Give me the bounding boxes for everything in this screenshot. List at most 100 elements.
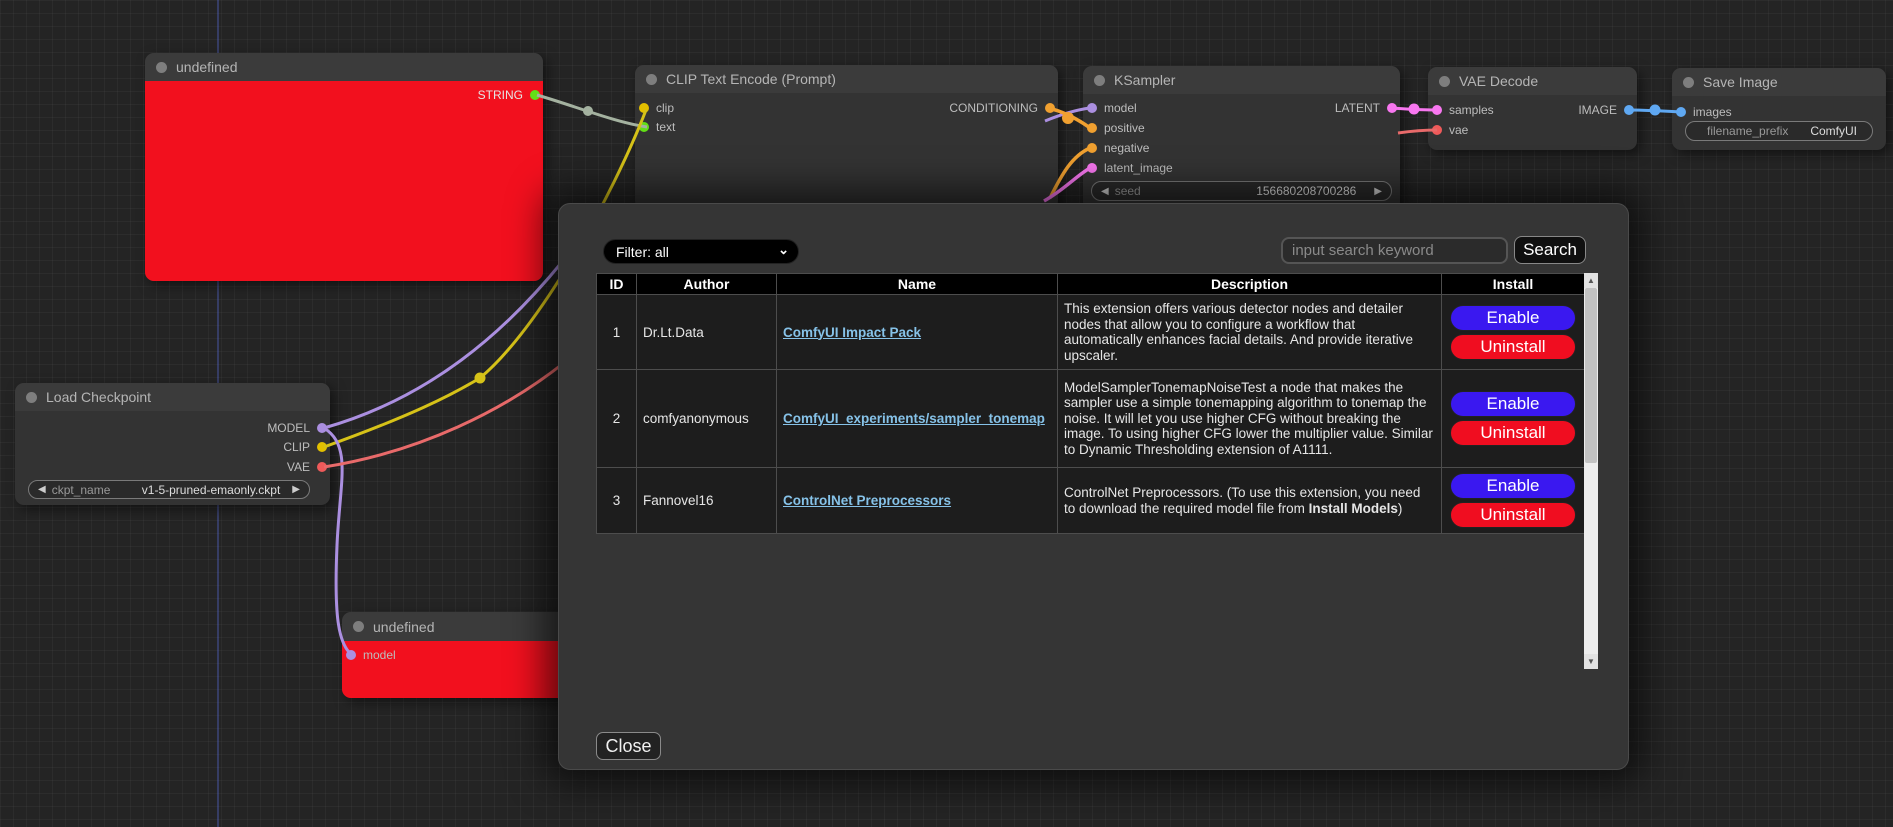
cell-author: comfyanonymous [637,370,777,468]
search-input[interactable] [1281,237,1508,264]
port-dot-conditioning[interactable] [1045,103,1055,113]
port-label: model [1104,101,1137,115]
input-port-clip[interactable]: clip [639,101,674,115]
port-label: latent_image [1104,161,1173,175]
decrement-arrow-icon[interactable]: ◀ [1101,186,1109,197]
port-dot-samples[interactable] [1432,105,1442,115]
input-port-positive[interactable]: positive [1087,121,1145,135]
scrollbar-thumb[interactable] [1585,288,1597,463]
input-port-latent-image[interactable]: latent_image [1087,161,1173,175]
cell-description: This extension offers various detector n… [1058,295,1442,370]
enable-button[interactable]: Enable [1450,305,1576,331]
header-name: Name [777,274,1058,295]
close-button[interactable]: Close [596,732,661,760]
node-title: undefined [373,619,435,635]
uninstall-button[interactable]: Uninstall [1450,420,1576,446]
description-bold: Install Models [1309,501,1398,516]
reroute-dot [1409,104,1420,115]
port-label: CLIP [283,440,310,454]
collapse-dot-icon[interactable] [646,74,657,85]
port-dot-image[interactable] [1624,105,1634,115]
header-author: Author [637,274,777,295]
input-port-samples[interactable]: samples [1432,103,1494,117]
table-header-row: ID Author Name Description Install [597,274,1585,295]
increment-arrow-icon[interactable]: ▶ [292,484,300,495]
node-header[interactable]: VAE Decode [1428,67,1637,95]
node-vae-decode[interactable]: VAE Decode samples vae IMAGE [1428,67,1637,150]
scrollbar-up-arrow-icon[interactable]: ▲ [1584,273,1598,288]
port-dot-clip[interactable] [639,103,649,113]
filename-prefix-widget[interactable]: filename_prefix ComfyUI [1685,121,1873,141]
port-dot-negative[interactable] [1087,143,1097,153]
description-text: This extension offers various detector n… [1064,301,1413,363]
reroute-dot [583,106,593,116]
uninstall-button[interactable]: Uninstall [1450,334,1576,360]
output-port-conditioning[interactable]: CONDITIONING [949,101,1055,115]
search-button[interactable]: Search [1514,236,1586,264]
collapse-dot-icon[interactable] [156,62,167,73]
output-port-string[interactable]: STRING [478,88,540,102]
widget-value: ComfyUI [1810,124,1857,138]
port-label: images [1693,105,1732,119]
decrement-arrow-icon[interactable]: ◀ [38,484,46,495]
port-dot-images[interactable] [1676,107,1686,117]
port-dot-text[interactable] [639,122,649,132]
port-dot-latent[interactable] [1387,103,1397,113]
port-dot-clip[interactable] [317,442,327,452]
output-port-clip[interactable]: CLIP [283,440,327,454]
seed-widget[interactable]: ◀ seed 156680208700286 ▶ [1091,181,1392,201]
extension-link[interactable]: ComfyUI_experiments/sampler_tonemap [783,411,1045,426]
enable-button[interactable]: Enable [1450,391,1576,417]
node-ksampler[interactable]: KSampler model positive negative latent_… [1083,66,1400,211]
input-port-model[interactable]: model [346,648,396,662]
enable-button[interactable]: Enable [1450,473,1576,499]
increment-arrow-icon[interactable]: ▶ [1374,186,1382,197]
filter-select[interactable]: Filter: all [603,239,799,264]
collapse-dot-icon[interactable] [1683,77,1694,88]
collapse-dot-icon[interactable] [353,621,364,632]
port-dot-model[interactable] [1087,103,1097,113]
node-title: KSampler [1114,72,1175,88]
uninstall-button[interactable]: Uninstall [1450,502,1576,528]
port-dot-string[interactable] [530,90,540,100]
node-header[interactable]: Load Checkpoint [15,383,330,411]
cell-description: ControlNet Preprocessors. (To use this e… [1058,468,1442,534]
port-dot-vae[interactable] [317,462,327,472]
input-port-negative[interactable]: negative [1087,141,1149,155]
node-load-checkpoint[interactable]: Load Checkpoint MODEL CLIP VAE ◀ ckpt_na… [15,383,330,505]
node-header[interactable]: CLIP Text Encode (Prompt) [635,65,1058,93]
port-label: model [363,648,396,662]
collapse-dot-icon[interactable] [26,392,37,403]
input-port-model[interactable]: model [1087,101,1137,115]
port-dot-vae[interactable] [1432,125,1442,135]
input-port-vae[interactable]: vae [1432,123,1468,137]
description-text: ModelSamplerTonemapNoiseTest a node that… [1064,380,1433,457]
port-dot-model[interactable] [346,650,356,660]
table-row: 1 Dr.Lt.Data ComfyUI Impact Pack This ex… [597,295,1585,370]
scrollbar-down-arrow-icon[interactable]: ▼ [1584,654,1598,669]
collapse-dot-icon[interactable] [1094,75,1105,86]
node-header[interactable]: undefined [145,53,543,81]
collapse-dot-icon[interactable] [1439,76,1450,87]
extension-link[interactable]: ControlNet Preprocessors [783,493,951,508]
node-header[interactable]: Save Image [1672,68,1886,96]
node-undefined-top[interactable]: undefined STRING [145,53,543,281]
ckpt-name-widget[interactable]: ◀ ckpt_name v1-5-pruned-emaonly.ckpt ▶ [28,480,310,499]
node-clip-text-encode[interactable]: CLIP Text Encode (Prompt) clip text COND… [635,65,1058,210]
input-port-text[interactable]: text [639,120,675,134]
port-dot-positive[interactable] [1087,123,1097,133]
port-dot-model[interactable] [317,423,327,433]
input-port-images[interactable]: images [1676,105,1732,119]
scrollbar[interactable]: ▲ ▼ [1584,273,1598,669]
port-label: STRING [478,88,523,102]
node-header[interactable]: KSampler [1083,66,1400,94]
output-port-latent[interactable]: LATENT [1335,101,1397,115]
error-node-body [145,81,543,281]
node-save-image[interactable]: Save Image images filename_prefix ComfyU… [1672,68,1886,150]
output-port-vae[interactable]: VAE [287,460,327,474]
extension-link[interactable]: ComfyUI Impact Pack [783,325,921,340]
port-dot-latent-image[interactable] [1087,163,1097,173]
node-title: Save Image [1703,74,1778,90]
output-port-model[interactable]: MODEL [267,421,327,435]
output-port-image[interactable]: IMAGE [1578,103,1634,117]
